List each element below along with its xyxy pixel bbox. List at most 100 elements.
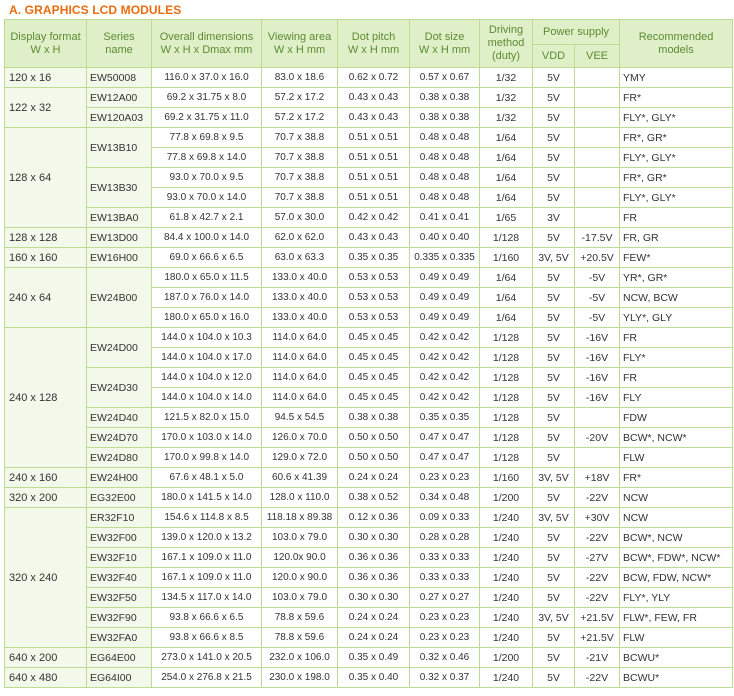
- vdd-cell: 5V: [532, 667, 575, 688]
- vee-cell: -16V: [573, 327, 621, 348]
- series-name-cell: EW32F10: [86, 547, 152, 568]
- dot-size-cell: 0.38 x 0.38: [409, 87, 480, 108]
- overall-dimensions-cell: 144.0 x 104.0 x 17.0: [151, 347, 262, 368]
- series-name-cell: EW32F90: [86, 607, 152, 628]
- dot-size-cell: 0.38 x 0.38: [409, 107, 480, 128]
- header-dot-size: Dot size W x H mm: [409, 19, 480, 68]
- vdd-cell: 5V: [532, 567, 575, 588]
- recommended-models-cell: BCW*, FDW*, NCW*: [619, 547, 734, 568]
- viewing-area-cell: 129.0 x 72.0: [261, 447, 338, 468]
- vdd-cell: 5V: [532, 627, 575, 648]
- display-format-cell: 128 x 128: [4, 227, 87, 248]
- recommended-models-cell: BCW*, NCW*: [619, 427, 734, 448]
- vee-cell: -22V: [573, 567, 621, 588]
- display-format-cell: 320 x 200: [4, 487, 87, 508]
- driving-method-cell: 1/64: [479, 127, 533, 148]
- vee-cell: [573, 67, 621, 88]
- vdd-cell: 5V: [532, 127, 575, 148]
- dot-size-cell: 0.27 x 0.27: [409, 587, 480, 608]
- table-row: EW32F90 93.8 x 66.6 x 6.5 78.8 x 59.6 0.24 …: [5, 607, 734, 628]
- table-row: 320 x 240 ER32F10 154.6 x 114.8 x 8.5 118.1…: [4, 507, 734, 648]
- vdd-cell: 5V: [532, 427, 575, 448]
- dot-pitch-cell: 0.24 x 0.24: [337, 607, 410, 628]
- dot-pitch-cell: 0.42 x 0.42: [337, 207, 410, 228]
- vdd-cell: 5V: [532, 547, 575, 568]
- recommended-models-cell: BCWU*: [619, 667, 734, 688]
- table-row: EW120A03 69.2 x 31.75 x 11.0 57.2 x 17.2 0.…: [5, 107, 734, 128]
- dot-pitch-cell: 0.24 x 0.24: [337, 467, 410, 488]
- overall-dimensions-cell: 61.8 x 42.7 x 2.1: [151, 207, 262, 228]
- dot-pitch-cell: 0.24 x 0.24: [337, 627, 410, 648]
- vdd-cell: 5V: [532, 187, 575, 208]
- overall-dimensions-cell: 134.5 x 117.0 x 14.0: [151, 587, 262, 608]
- series-name-cell: EW24H00: [86, 467, 152, 488]
- header-series-name: Series name: [86, 19, 152, 68]
- recommended-models-cell: FR: [619, 327, 734, 348]
- table-row: 120 x 16 EW50008 116.0 x 37.0 x 16.0 83.0 x…: [4, 67, 734, 88]
- dot-pitch-cell: 0.36 x 0.36: [337, 567, 410, 588]
- dot-size-cell: 0.33 x 0.33: [409, 567, 480, 588]
- recommended-models-cell: YMY: [619, 67, 734, 88]
- recommended-models-cell: FR*, GR*: [619, 127, 734, 148]
- driving-method-cell: 1/64: [479, 187, 533, 208]
- table-row: 128 x 128 EW13D00 84.4 x 100.0 x 14.0 62.0 …: [4, 227, 734, 248]
- overall-dimensions-cell: 167.1 x 109.0 x 11.0: [151, 567, 262, 588]
- vee-cell: -20V: [573, 427, 621, 448]
- overall-dimensions-cell: 67.6 x 48.1 x 5.0: [151, 467, 262, 488]
- dot-pitch-cell: 0.51 x 0.51: [337, 167, 410, 188]
- driving-method-cell: 1/32: [479, 107, 533, 128]
- table-row: EW32F00 139.0 x 120.0 x 13.2 103.0 x 79.0 0…: [5, 527, 734, 548]
- dot-size-cell: 0.57 x 0.67: [409, 67, 480, 88]
- vee-cell: -16V: [573, 387, 621, 408]
- vee-cell: -5V: [573, 307, 621, 328]
- series-name-cell: EG64E00: [86, 647, 152, 668]
- dot-size-cell: 0.23 x 0.23: [409, 467, 480, 488]
- dot-size-cell: 0.47 x 0.47: [409, 427, 480, 448]
- vee-cell: -22V: [573, 667, 621, 688]
- overall-dimensions-cell: 84.4 x 100.0 x 14.0: [151, 227, 262, 248]
- series-name-cell: EG32E00: [86, 487, 152, 508]
- table-body: 120 x 16 EW50008 116.0 x 37.0 x 16.0 83.0 x…: [4, 67, 734, 688]
- vee-cell: [573, 167, 621, 188]
- overall-dimensions-cell: 273.0 x 141.0 x 20.5: [151, 647, 262, 668]
- viewing-area-cell: 78.8 x 59.6: [261, 607, 338, 628]
- vee-cell: [573, 147, 621, 168]
- viewing-area-cell: 83.0 x 18.6: [261, 67, 338, 88]
- viewing-area-cell: 57.2 x 17.2: [261, 87, 338, 108]
- viewing-area-cell: 230.0 x 198.0: [261, 667, 338, 688]
- recommended-models-cell: NCW: [619, 487, 734, 508]
- display-format-cell: 240 x 128: [4, 327, 87, 468]
- series-name-cell: EW32F50: [86, 587, 152, 608]
- display-format-cell: 128 x 64: [4, 127, 87, 228]
- viewing-area-cell: 120.0 x 90.0: [261, 567, 338, 588]
- recommended-models-cell: FDW: [619, 407, 734, 428]
- viewing-area-cell: 70.7 x 38.8: [261, 127, 338, 148]
- header-overall-dimensions: Overall dimensions W x H x Dmax mm: [151, 19, 262, 68]
- viewing-area-cell: 133.0 x 40.0: [261, 307, 338, 328]
- overall-dimensions-cell: 69.0 x 66.6 x 6.5: [151, 247, 262, 268]
- recommended-models-cell: YR*, GR*: [619, 267, 734, 288]
- display-format-cell: 122 x 32: [4, 87, 87, 128]
- vdd-cell: 5V: [532, 527, 575, 548]
- series-name-cell: EW13B30: [86, 167, 152, 208]
- dot-pitch-cell: 0.43 x 0.43: [337, 227, 410, 248]
- overall-dimensions-cell: 93.8 x 66.6 x 6.5: [151, 607, 262, 628]
- series-name-cell: EW24D00: [86, 327, 152, 368]
- header-vee: VEE: [573, 44, 621, 68]
- table-row: 640 x 200 EG64E00 273.0 x 141.0 x 20.5 232.…: [4, 647, 734, 668]
- dot-pitch-cell: 0.53 x 0.53: [337, 287, 410, 308]
- table-row: 160 x 160 EW16H00 69.0 x 66.6 x 6.5 63.0 x …: [4, 247, 734, 268]
- viewing-area-cell: 57.0 x 30.0: [261, 207, 338, 228]
- table-row: EW32F40 167.1 x 109.0 x 11.0 120.0 x 90.0 0…: [5, 567, 734, 588]
- vee-cell: -21V: [573, 647, 621, 668]
- viewing-area-cell: 70.7 x 38.8: [261, 147, 338, 168]
- dot-pitch-cell: 0.51 x 0.51: [337, 187, 410, 208]
- overall-dimensions-cell: 93.8 x 66.6 x 8.5: [151, 627, 262, 648]
- vee-cell: +20.5V: [573, 247, 621, 268]
- table-row: 240 x 160 EW24H00 67.6 x 48.1 x 5.0 60.6 x …: [4, 467, 734, 488]
- viewing-area-cell: 60.6 x 41.39: [261, 467, 338, 488]
- vdd-cell: 5V: [532, 267, 575, 288]
- driving-method-cell: 1/128: [479, 407, 533, 428]
- header-vdd: VDD: [532, 44, 575, 68]
- vee-cell: [573, 407, 621, 428]
